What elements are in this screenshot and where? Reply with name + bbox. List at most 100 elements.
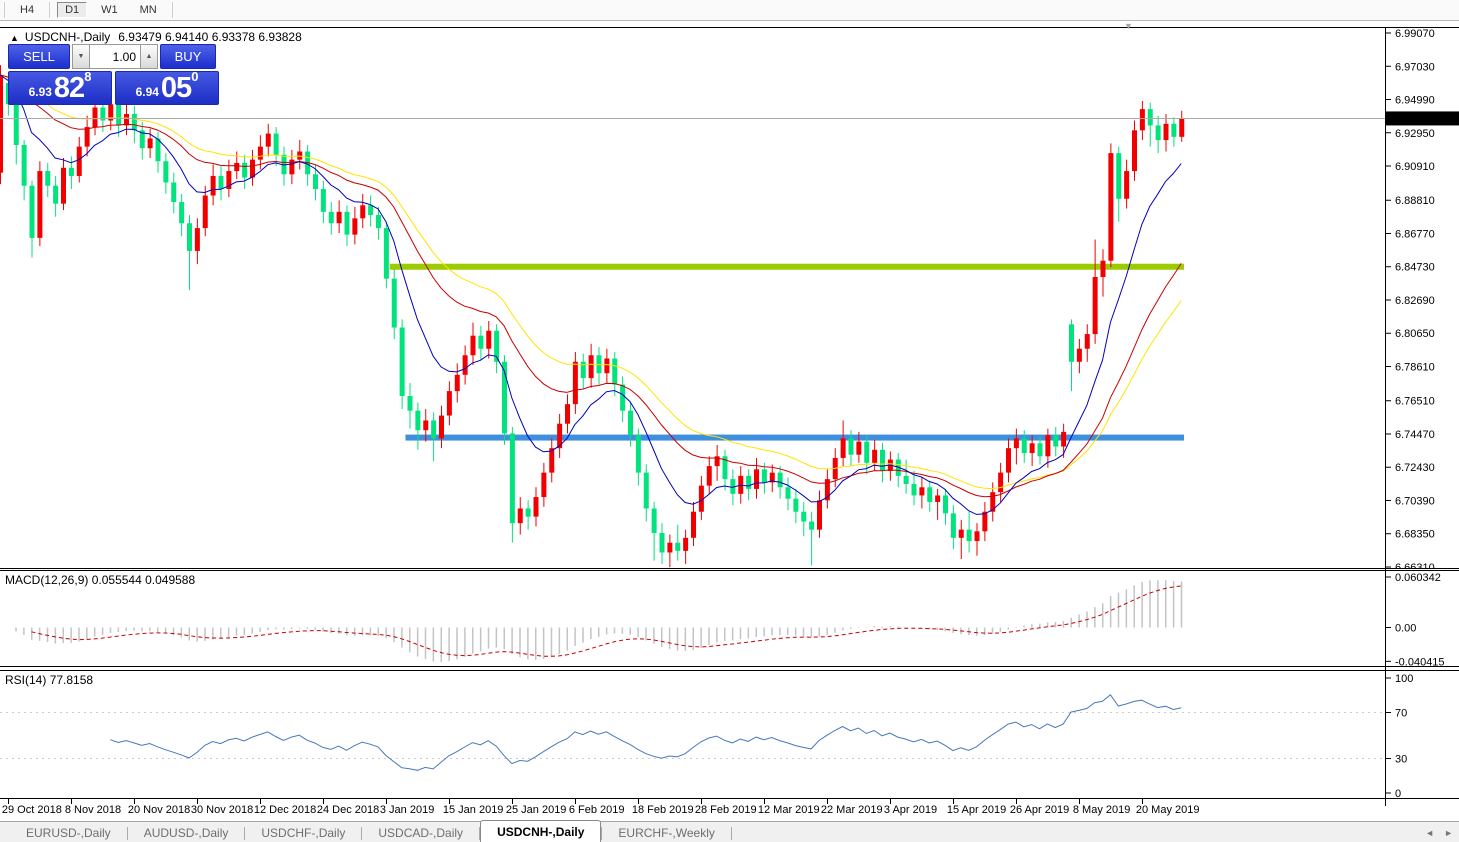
candle-body: [352, 218, 358, 235]
candle-body: [990, 492, 996, 512]
chart-tab-usdcnh-active[interactable]: USDCNH-,Daily: [480, 820, 602, 842]
date-axis[interactable]: 29 Oct 2018 8 Nov 2018 20 Nov 2018 30 Nov 2…: [0, 799, 1385, 820]
macd-axis-label: 0.00: [1395, 623, 1416, 635]
candle-body: [974, 531, 980, 542]
candle-body: [549, 448, 555, 473]
candle-body: [541, 472, 547, 498]
candle-body: [446, 391, 452, 416]
tab-scroll-left-button[interactable]: ◄: [1425, 828, 1434, 838]
current-price-tag-label: 6.93828: [1395, 113, 1435, 125]
candle-body: [746, 475, 752, 489]
rsi-axis-label: 100: [1395, 673, 1413, 685]
candle-body: [1053, 435, 1059, 447]
timeframe-button-d1[interactable]: D1: [57, 2, 88, 18]
date-label: 12 Dec 2018: [253, 804, 317, 816]
candle-body: [620, 384, 626, 411]
macd-panel-canvas[interactable]: 0.060342 0.00 -0.040415: [0, 571, 1459, 666]
buy-button[interactable]: BUY: [160, 44, 216, 69]
candle-body: [604, 358, 610, 374]
sell-price-big: 82: [53, 72, 85, 104]
candle-body: [1061, 431, 1067, 447]
price-axis-label: 6.80650: [1395, 328, 1435, 340]
chart-tab-usdchf[interactable]: USDCHF-,Daily: [245, 823, 361, 842]
candle-body: [848, 438, 854, 455]
ma-fast-line: [0, 74, 1182, 515]
chart-tab-eurchf[interactable]: EURCHF-,Weekly: [602, 823, 730, 842]
price-axis-label: 6.99070: [1395, 28, 1435, 40]
candle-body: [801, 511, 807, 522]
candle-body: [919, 487, 925, 496]
rsi-panel-canvas[interactable]: 100 70 30 0: [0, 671, 1459, 798]
timeframe-button-mn[interactable]: MN: [132, 2, 165, 18]
collapse-triangle-icon[interactable]: ▲: [10, 33, 19, 43]
candle-body: [344, 211, 350, 235]
candle-body: [1108, 153, 1114, 261]
timeframe-button-h4[interactable]: H4: [12, 2, 42, 18]
candle-body: [116, 104, 122, 126]
date-label: 29 Oct 2018: [1, 804, 62, 816]
candle-body: [1100, 260, 1106, 278]
price-axis-border: [1385, 28, 1386, 806]
date-label: 20 Nov 2018: [127, 804, 191, 816]
volume-input[interactable]: [90, 44, 140, 69]
price-axis-label: 6.70390: [1395, 495, 1435, 507]
candle-body: [1076, 348, 1082, 362]
candle-body: [533, 497, 539, 517]
chart-tab-usdcad[interactable]: USDCAD-,Daily: [362, 823, 479, 842]
candle-body: [509, 433, 515, 524]
candle-body: [982, 511, 988, 532]
candle-body: [651, 508, 657, 533]
candle-body: [242, 162, 248, 178]
candle-body: [1155, 125, 1161, 141]
chart-tab-eurusd[interactable]: EURUSD-,Daily: [10, 823, 127, 842]
candle-body: [1069, 324, 1074, 362]
candle-body: [163, 161, 169, 183]
support-line[interactable]: [405, 434, 1185, 441]
candle-body: [950, 513, 956, 538]
candle-body: [171, 182, 177, 203]
chart-tab-audusd[interactable]: AUDUSD-,Daily: [128, 823, 245, 842]
candle-body: [880, 449, 885, 471]
candle-body: [336, 211, 342, 224]
tab-scroll-right-button[interactable]: ►: [1444, 828, 1453, 838]
candle-body: [817, 500, 822, 530]
chart-tab-bar: ◄ ► EURUSD-,Daily AUDUSD-,Daily USDCHF-,Da…: [0, 820, 1459, 842]
candle-body: [1084, 334, 1090, 349]
candle-body: [92, 107, 98, 128]
tab-separator: [730, 827, 732, 840]
candle-body: [250, 159, 255, 178]
sell-price-display[interactable]: 6.93 82 8: [8, 69, 112, 105]
candle-body: [565, 404, 570, 424]
macd-axis-label: 0.060342: [1395, 572, 1441, 584]
macd-signal-line: [31, 585, 1182, 657]
horizontal-line-objects: [389, 263, 1185, 441]
candle-body: [517, 508, 523, 524]
candle-body: [376, 215, 381, 229]
rsi-label: RSI(14) 77.8158: [5, 673, 94, 687]
candle-body: [738, 475, 744, 494]
price-axis-label: 6.82690: [1395, 295, 1435, 307]
rsi-value: 77.8158: [49, 673, 94, 687]
candle-body: [1179, 118, 1185, 137]
candle-body: [68, 167, 74, 176]
price-axis[interactable]: 6.99070 6.97030 6.94990 6.92950 6.90910 6.888…: [1386, 28, 1459, 568]
resistance-line[interactable]: [389, 263, 1184, 270]
date-label: 26 Apr 2019: [1009, 804, 1070, 816]
candle-body: [840, 438, 846, 458]
candle-body: [675, 542, 681, 551]
date-label: 28 Feb 2019: [694, 804, 757, 816]
candle-body: [754, 469, 759, 489]
candle-body: [431, 420, 437, 439]
candle-body: [131, 114, 137, 131]
candle-body: [706, 466, 712, 486]
buy-price-display[interactable]: 6.94 05 0: [115, 69, 219, 105]
macd-histogram: [15, 580, 1183, 663]
volume-increase-button[interactable]: ▲: [140, 44, 158, 69]
timeframe-toolbar: H4 D1 W1 MN: [0, 0, 1459, 21]
sell-button[interactable]: SELL: [8, 44, 70, 69]
panel-separator: [0, 570, 1459, 571]
candle-body: [470, 335, 476, 356]
timeframe-button-w1[interactable]: W1: [93, 2, 126, 18]
candle-body: [785, 487, 791, 499]
candle-body: [265, 133, 271, 147]
